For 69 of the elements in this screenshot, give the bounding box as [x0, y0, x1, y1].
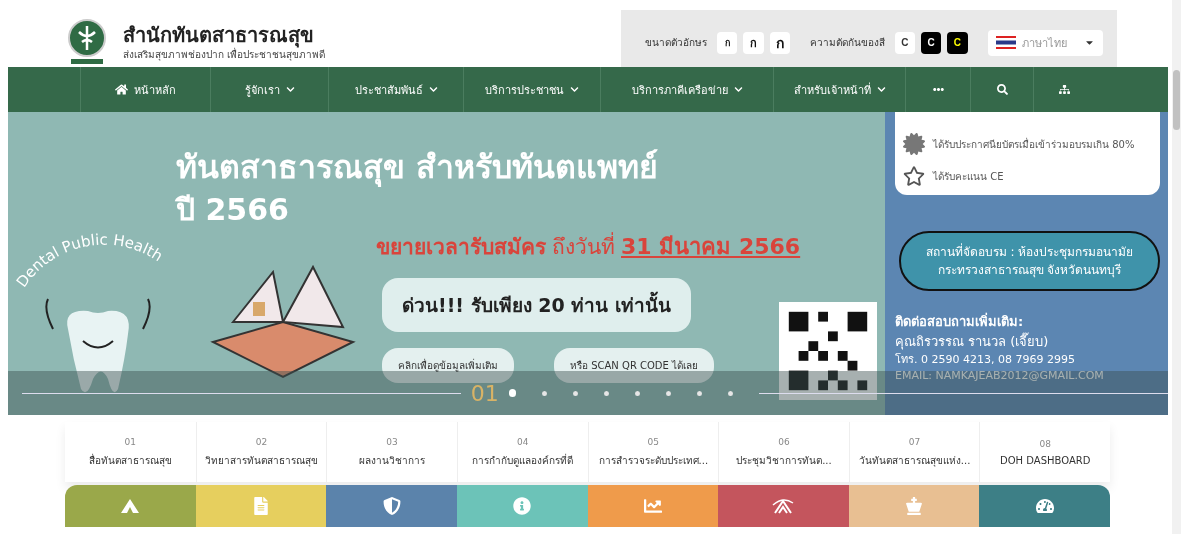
- quick-link[interactable]: 02 วิทยาสารทันตสาธารณสุข: [195, 422, 327, 482]
- quick-link[interactable]: 07 วันทันตสาธารณสุขแห่ง...: [848, 422, 980, 482]
- extension-notice: ขยายเวลารับสมัคร: [376, 234, 546, 262]
- slide-dot[interactable]: [604, 390, 610, 396]
- category-tile[interactable]: [326, 485, 457, 527]
- slide-dot[interactable]: [727, 390, 733, 396]
- site-title: สำนักทันตสาธารณสุข: [123, 22, 314, 47]
- contact-heading: ติดต่อสอบถามเพิ่มเติม:: [895, 311, 1025, 331]
- font-size-label: ขนาดตัวอักษร: [645, 36, 707, 50]
- limited-seats-badge: ด่วน!!! รับเพียง 20 ท่าน เท่านั้น: [382, 278, 691, 333]
- slide-dot[interactable]: [635, 390, 640, 396]
- contact-name: คุณถิรวรรณ รานวล (เจี๊ยบ): [895, 332, 1050, 352]
- benefit-text: ได้รับประกาศนียบัตรเมื่อเข้าร่วมอบรมเกิน 80%: [933, 136, 1135, 152]
- quick-link[interactable]: 03 ผลงานวิชาการ: [326, 422, 457, 482]
- document-icon: [251, 497, 270, 515]
- slide-dot[interactable]: [696, 390, 702, 396]
- font-size-button[interactable]: ก: [743, 31, 764, 54]
- more-info-button[interactable]: คลิกเพื่อดูข้อมูลเพิ่มเติม: [382, 348, 514, 384]
- slide-dot[interactable]: [542, 390, 548, 396]
- deadline-date: 31 มีนาคม 2566: [621, 233, 801, 262]
- star-icon: [903, 165, 925, 187]
- font-size-button[interactable]: ก: [769, 31, 790, 54]
- quick-link[interactable]: 01 สื่อทันตสาธารณสุข: [65, 422, 196, 482]
- thai-flag-icon: [995, 36, 1016, 49]
- mountain-icon: [119, 498, 142, 514]
- site-tagline: ส่งเสริมสุขภาพช่องปาก เพื่อประชาชนสุขภาพดี: [123, 47, 326, 62]
- category-tile[interactable]: [587, 485, 719, 527]
- category-tile[interactable]: [456, 485, 588, 527]
- category-tile[interactable]: [65, 485, 196, 527]
- slide-dot[interactable]: [508, 389, 517, 397]
- certificate-icon: [903, 133, 925, 155]
- contrast-button[interactable]: C: [921, 31, 942, 54]
- contrast-label: ความตัดกันของสี: [809, 36, 885, 50]
- home-icon: [115, 83, 128, 96]
- contrast-button[interactable]: C: [894, 31, 916, 54]
- banner-year: ปี 2566: [176, 191, 290, 230]
- shield-icon: [382, 497, 401, 515]
- slide-dot[interactable]: [573, 390, 579, 396]
- chevron-icon: [733, 85, 743, 94]
- quick-link[interactable]: 04 การกำกับดูแลองค์กรที่ดี: [456, 422, 588, 482]
- banner-headline: ทันตสาธารณสุข สำหรับทันตแพทย์: [176, 148, 660, 187]
- contact-email: EMAIL: NAMKAJEAB2012@GMAIL.COM: [895, 368, 1105, 384]
- scan-qr-button[interactable]: หรือ SCAN QR CODE ได้เลย: [554, 348, 715, 384]
- info-icon: [513, 497, 532, 515]
- chevron-icon: [876, 85, 886, 94]
- gauge-icon: [1035, 497, 1054, 515]
- category-tile[interactable]: [848, 485, 980, 527]
- chart-icon: [643, 497, 662, 515]
- category-tile[interactable]: [718, 485, 849, 527]
- swoosh-logo-icon: [771, 498, 796, 514]
- venue-badge: สถานที่จัดอบรม : ห้องประชุมกรมอนามัย กระทรวงสาธารณสุข จังหวัดนนทบุรี: [899, 231, 1160, 291]
- category-tile[interactable]: [195, 485, 327, 527]
- department-logo: [65, 18, 109, 66]
- quick-link[interactable]: 06 ประชุมวิชาการทันต...: [718, 422, 849, 482]
- contrast-button[interactable]: C: [947, 31, 968, 54]
- chess-king-icon: [905, 497, 924, 515]
- chevron-icon: [570, 85, 579, 94]
- category-tile[interactable]: [979, 485, 1110, 527]
- sitemap-icon: [1059, 84, 1070, 95]
- chevron-icon: [428, 85, 438, 94]
- quick-link[interactable]: 08 DOH DASHBOARD: [979, 422, 1110, 482]
- slide-dot[interactable]: [665, 390, 671, 396]
- until-label: ถึงวันที่: [552, 230, 615, 264]
- benefit-text: ได้รับคะแนน CE: [933, 169, 1004, 184]
- font-size-button[interactable]: ก: [717, 31, 738, 54]
- quick-link[interactable]: 05 การสำรวจระดับประเทศ...: [587, 422, 719, 482]
- search-icon: [996, 84, 1008, 95]
- chevron-icon: [285, 85, 295, 94]
- contact-phone: โทร. 0 2590 4213, 08 7969 2995: [895, 351, 1076, 368]
